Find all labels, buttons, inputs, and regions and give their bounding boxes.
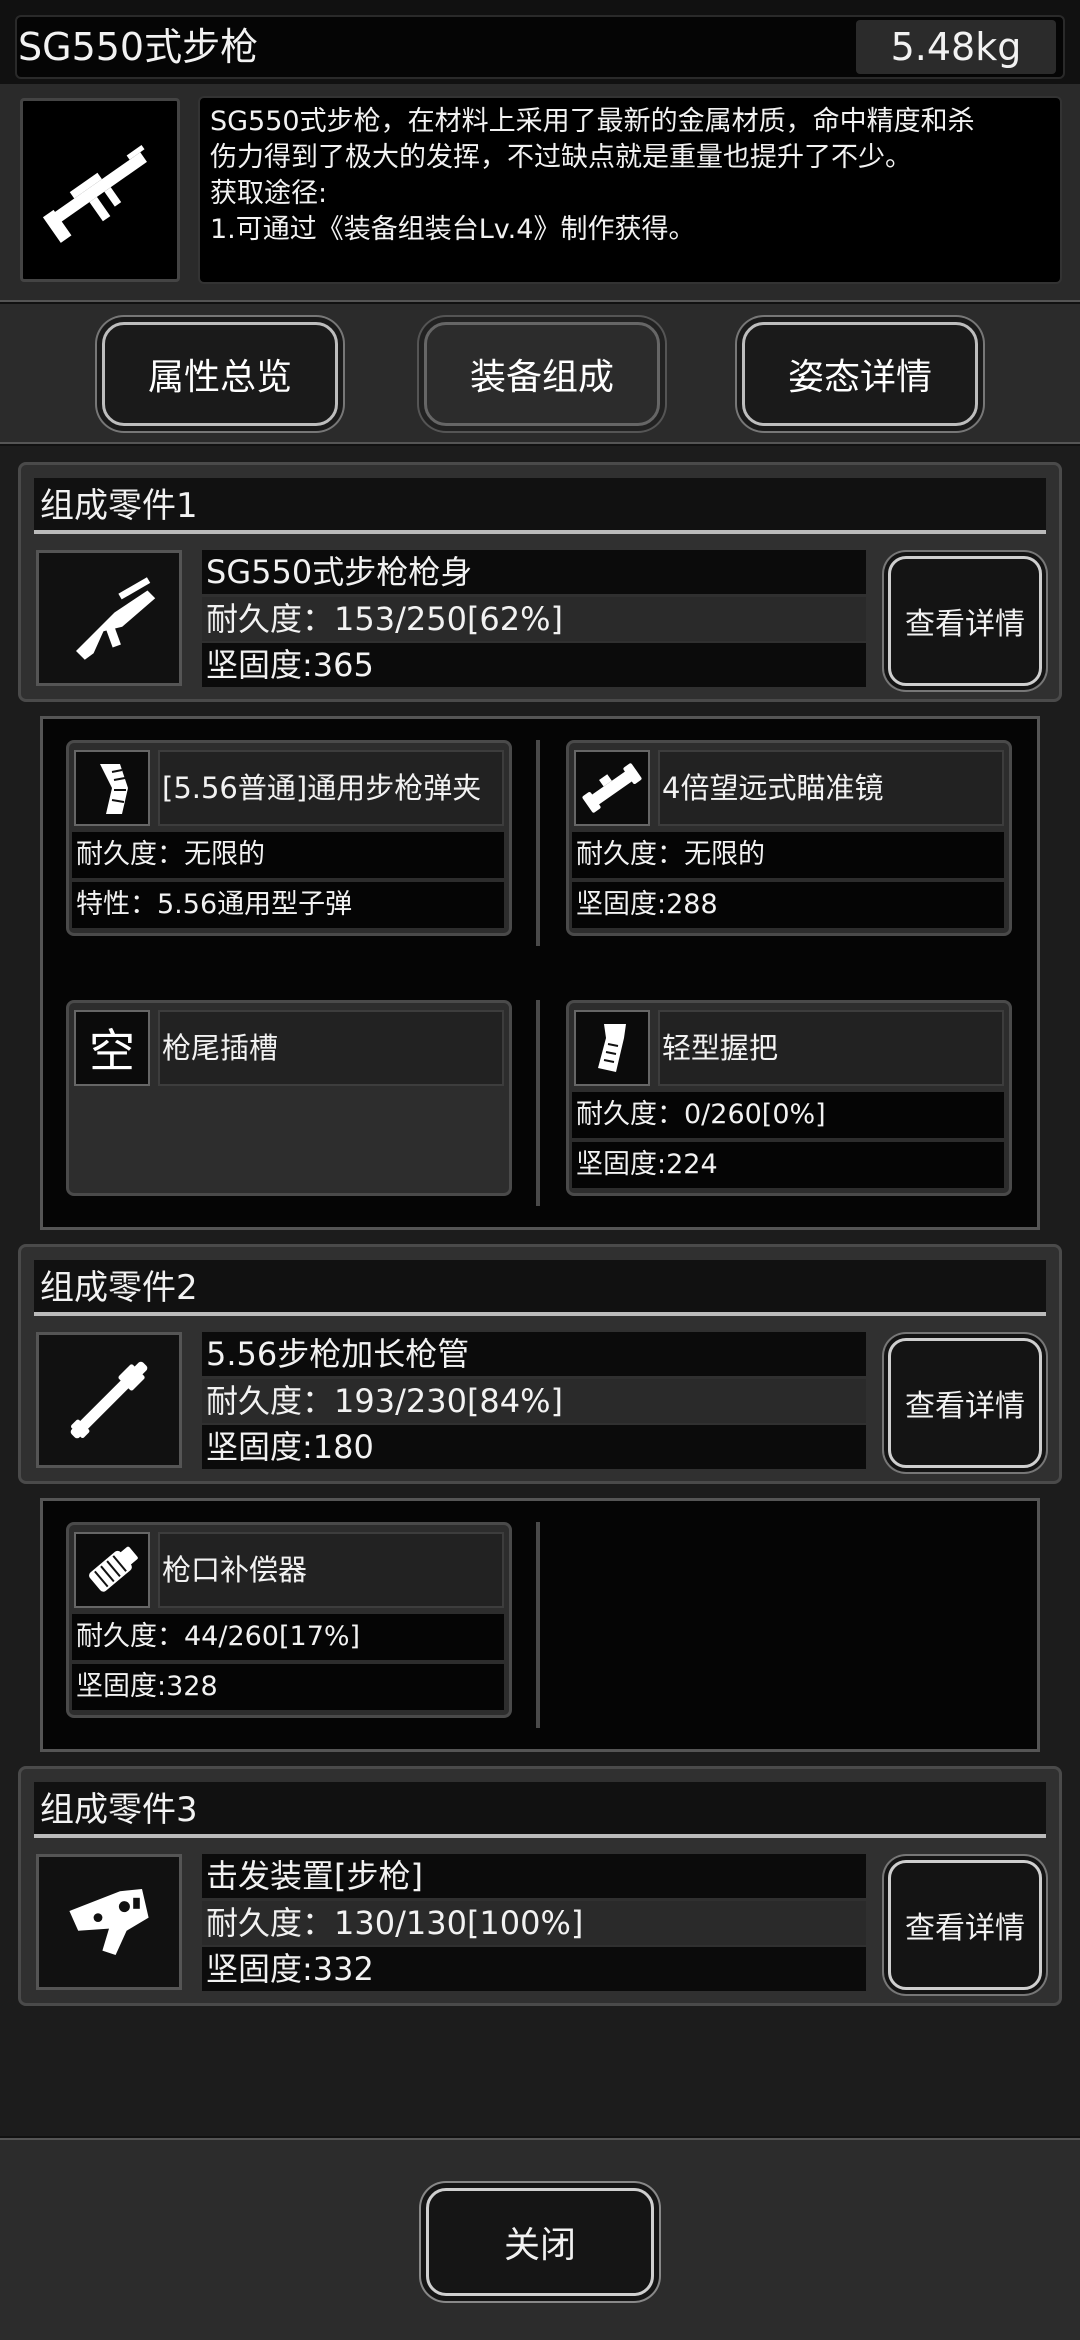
view-details-button[interactable]: 查看详情 <box>888 1860 1042 1990</box>
tab-attributes-overview[interactable]: 属性总览 <box>102 322 338 426</box>
divider <box>536 1000 540 1206</box>
part-name: 5.56步枪加长枪管 <box>202 1332 866 1376</box>
part-header: 组成零件1 <box>34 478 1046 534</box>
subpart-durability: 耐久度：无限的 <box>572 832 1004 878</box>
part-firmness: 坚固度:365 <box>202 643 866 687</box>
subpart-durability: 耐久度：无限的 <box>72 832 504 878</box>
subpart-icon-box <box>574 750 650 826</box>
part-durability: 耐久度：193/230[84%] <box>202 1379 866 1423</box>
subpart-firmness: 坚固度:328 <box>72 1664 504 1710</box>
description-line: 伤力得到了极大的发挥，不过缺点就是重量也提升了不少。 <box>210 142 912 173</box>
part-icon-box <box>36 1332 182 1468</box>
part-firmness: 坚固度:332 <box>202 1947 866 1991</box>
subpart-firmness: 坚固度:224 <box>572 1142 1004 1188</box>
item-title: SG550式步枪 <box>18 25 259 69</box>
scope-icon <box>582 763 642 813</box>
close-button[interactable]: 关闭 <box>426 2188 654 2296</box>
part-name: 击发装置[步枪] <box>202 1854 866 1898</box>
empty-slot-glyph: 空 <box>89 1024 135 1078</box>
part-header: 组成零件3 <box>34 1782 1046 1838</box>
subpart-name: 枪尾插槽 <box>158 1010 504 1086</box>
part-firmness: 坚固度:180 <box>202 1425 866 1469</box>
subpart-name: 轻型握把 <box>658 1010 1004 1086</box>
barrel-icon <box>70 1361 148 1439</box>
subpart-name: 4倍望远式瞄准镜 <box>658 750 1004 826</box>
empty-slot-icon: 空 <box>74 1010 150 1086</box>
view-details-button[interactable]: 查看详情 <box>888 556 1042 686</box>
item-weight: 5.48kg <box>856 20 1056 74</box>
part-icon-box <box>36 550 182 686</box>
tab-stance-details[interactable]: 姿态详情 <box>742 322 978 426</box>
part-durability: 耐久度：153/250[62%] <box>202 597 866 641</box>
tab-equipment-composition[interactable]: 装备组成 <box>424 322 660 426</box>
description-line: SG550式步枪，在材料上采用了最新的金属材质，命中精度和杀 <box>210 106 975 137</box>
compensator-icon <box>89 1546 138 1592</box>
item-description: SG550式步枪，在材料上采用了最新的金属材质，命中精度和杀 伤力得到了极大的发… <box>198 96 1062 284</box>
subpart-name: 枪口补偿器 <box>158 1532 504 1608</box>
description-line: 1.可通过《装备组装台Lv.4》制作获得。 <box>210 214 696 245</box>
subpart-durability: 耐久度：0/260[0%] <box>572 1092 1004 1138</box>
rifle-body-icon <box>76 577 156 660</box>
part-durability: 耐久度：130/130[100%] <box>202 1901 866 1945</box>
view-details-button[interactable]: 查看详情 <box>888 1338 1042 1468</box>
magazine-icon <box>100 764 128 814</box>
part-name: SG550式步枪枪身 <box>202 550 866 594</box>
description-line: 获取途径: <box>210 178 328 209</box>
subpart-icon-box <box>74 750 150 826</box>
subpart-icon-box <box>74 1532 150 1608</box>
part-icon-box <box>36 1854 182 1990</box>
rifle-icon <box>42 145 147 243</box>
subpart-durability: 耐久度：44/260[17%] <box>72 1614 504 1660</box>
subpart-trait: 特性：5.56通用型子弹 <box>72 882 504 928</box>
subpart-firmness: 坚固度:288 <box>572 882 1004 928</box>
part-header: 组成零件2 <box>34 1260 1046 1316</box>
subpart-icon-box <box>574 1010 650 1086</box>
subpart-name: [5.56普通]通用步枪弹夹 <box>158 750 504 826</box>
trigger-icon <box>69 1889 149 1955</box>
item-icon-box <box>20 98 180 282</box>
divider <box>536 1522 540 1728</box>
grip-icon <box>598 1024 626 1072</box>
divider <box>536 740 540 946</box>
